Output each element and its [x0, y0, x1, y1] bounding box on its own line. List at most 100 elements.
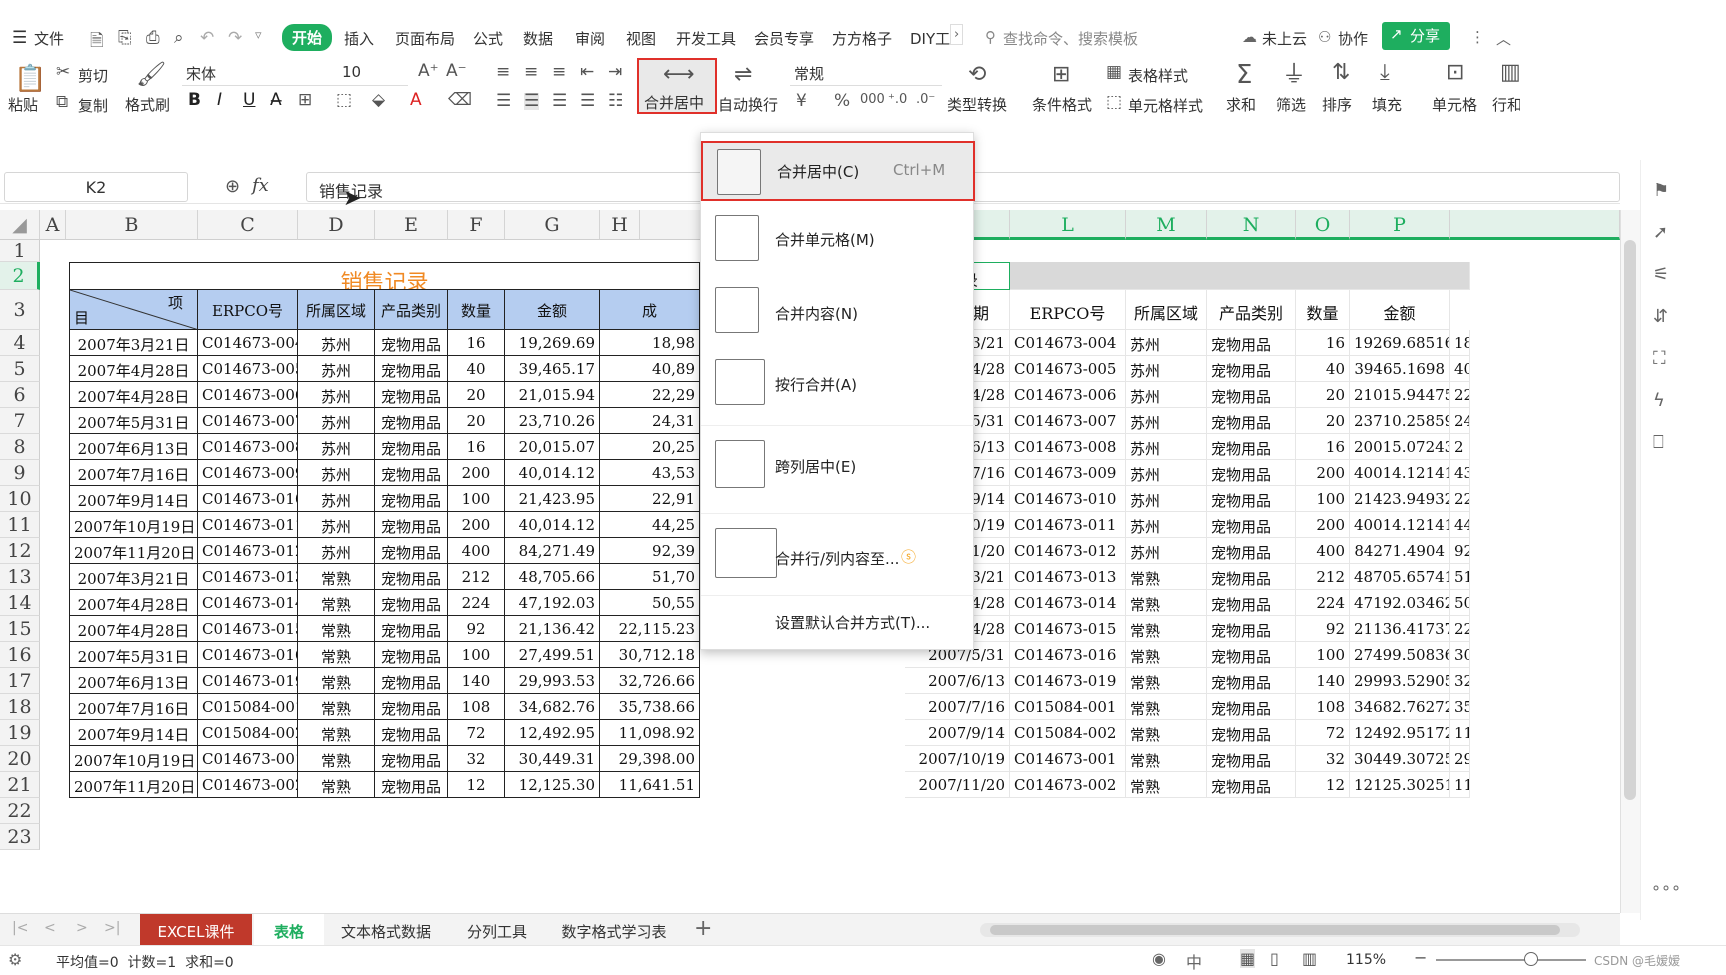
sheet-tab-text-format[interactable]: 文本格式数据 — [326, 914, 446, 946]
select-all-corner[interactable]: ◢ — [0, 210, 40, 240]
left-cell-r12-c7[interactable]: 92,39 — [600, 538, 700, 564]
column-header-G[interactable]: G — [505, 210, 600, 240]
right-cell-r7-c4[interactable]: 宠物用品 — [1207, 408, 1296, 434]
transfer-icon[interactable]: ⇵ — [1653, 306, 1668, 327]
row-header-10[interactable]: 10 — [0, 486, 40, 512]
right-cell-r21-c6[interactable]: 12125.30251 — [1350, 772, 1450, 798]
left-table-title[interactable]: 销售记录 — [69, 262, 700, 290]
right-cell-r11-c6[interactable]: 40014.12141 — [1350, 512, 1450, 538]
row-header-14[interactable]: 14 — [0, 590, 40, 616]
right-cell-r4-c2[interactable]: C014673-004 — [1010, 330, 1126, 356]
left-cell-r8-c4[interactable]: 宠物用品 — [375, 434, 448, 460]
more-icon[interactable]: ⋮ — [1470, 28, 1485, 46]
thousands-icon[interactable]: 000 — [860, 93, 885, 106]
macro-icon[interactable]: ⚙ — [8, 950, 22, 969]
left-cell-r10-c6[interactable]: 21,423.95 — [505, 486, 600, 512]
right-cell-r18-c7[interactable]: 35 — [1450, 694, 1470, 720]
distributed-align-icon[interactable]: ☷ — [608, 93, 623, 110]
eye-protect-icon[interactable]: ◉ — [1152, 949, 1166, 968]
format-painter-button[interactable]: 格式刷 — [125, 94, 170, 115]
collab-button[interactable]: 协作 — [1338, 28, 1368, 49]
right-cell-r11-c3[interactable]: 苏州 — [1126, 512, 1207, 538]
right-cell-r10-c5[interactable]: 100 — [1296, 486, 1350, 512]
right-cell-r17-c3[interactable]: 常熟 — [1126, 668, 1207, 694]
left-header-4[interactable]: 数量 — [448, 290, 505, 330]
increase-decimal-icon[interactable]: ⁺.0 — [888, 93, 907, 106]
left-cell-r15-c2[interactable]: C014673-015 — [198, 616, 298, 642]
right-cell-r10-c7[interactable]: 22 — [1450, 486, 1470, 512]
left-cell-r11-c7[interactable]: 44,25 — [600, 512, 700, 538]
left-cell-r20-c4[interactable]: 宠物用品 — [375, 746, 448, 772]
left-cell-r18-c5[interactable]: 108 — [448, 694, 505, 720]
next-sheet-icon[interactable]: > — [76, 920, 88, 936]
sort-button[interactable]: 排序 — [1322, 94, 1352, 115]
left-cell-r6-c2[interactable]: C014673-006 — [198, 382, 298, 408]
print-preview-icon[interactable]: ⌕ — [174, 28, 184, 48]
right-cell-r20-c6[interactable]: 30449.30725 — [1350, 746, 1450, 772]
right-cell-r18-c6[interactable]: 34682.76272 — [1350, 694, 1450, 720]
left-cell-r16-c5[interactable]: 100 — [448, 642, 505, 668]
right-cell-r11-c7[interactable]: 44 — [1450, 512, 1470, 538]
right-cell-r17-c4[interactable]: 宠物用品 — [1207, 668, 1296, 694]
left-cell-r20-c6[interactable]: 30,449.31 — [505, 746, 600, 772]
column-header-P[interactable]: P — [1350, 210, 1450, 240]
left-cell-r7-c5[interactable]: 20 — [448, 408, 505, 434]
column-header-N[interactable]: N — [1207, 210, 1296, 240]
left-cell-r13-c2[interactable]: C014673-013 — [198, 564, 298, 590]
row-header-2[interactable]: 2 — [0, 262, 40, 290]
tab-insert[interactable]: 插入 — [344, 28, 374, 49]
left-cell-r12-c3[interactable]: 苏州 — [298, 538, 375, 564]
right-cell-r18-c2[interactable]: C015084-001 — [1010, 694, 1126, 720]
more-dots-icon[interactable]: ∘∘∘ — [1651, 878, 1681, 897]
right-cell-r17-c2[interactable]: C014673-019 — [1010, 668, 1126, 694]
cell-style-icon[interactable]: ⬚ — [1106, 94, 1122, 111]
vertical-scrollbar[interactable] — [1620, 210, 1640, 913]
left-cell-r7-c4[interactable]: 宠物用品 — [375, 408, 448, 434]
right-cell-r12-c4[interactable]: 宠物用品 — [1207, 538, 1296, 564]
right-cell-r4-c5[interactable]: 16 — [1296, 330, 1350, 356]
row-col-button[interactable]: 行和 — [1492, 94, 1520, 115]
right-cell-r18-c1[interactable]: 2007/7/16 — [905, 694, 1010, 720]
left-cell-r15-c5[interactable]: 92 — [448, 616, 505, 642]
right-cell-r15-c3[interactable]: 常熟 — [1126, 616, 1207, 642]
cut-icon[interactable]: ✂ — [56, 64, 70, 81]
left-cell-r20-c1[interactable]: 2007年10月19日 — [69, 746, 198, 772]
underline-icon[interactable]: U — [243, 92, 255, 109]
wrap-text-icon[interactable]: ⇌ — [734, 64, 752, 86]
right-cell-r17-c6[interactable]: 29993.52905 — [1350, 668, 1450, 694]
left-cell-r6-c5[interactable]: 20 — [448, 382, 505, 408]
center-across-item[interactable]: 跨列居中(E) — [701, 425, 975, 511]
right-cell-r19-c3[interactable]: 常熟 — [1126, 720, 1207, 746]
print-icon[interactable]: ⎙ — [146, 28, 160, 48]
left-cell-r8-c2[interactable]: C014673-008 — [198, 434, 298, 460]
right-cell-r4-c6[interactable]: 19269.68516 — [1350, 330, 1450, 356]
tab-view[interactable]: 视图 — [626, 28, 656, 49]
left-cell-r4-c5[interactable]: 16 — [448, 330, 505, 356]
right-cell-r5-c2[interactable]: C014673-005 — [1010, 356, 1126, 382]
left-cell-r14-c1[interactable]: 2007年4月28日 — [69, 590, 198, 616]
left-cell-r4-c3[interactable]: 苏州 — [298, 330, 375, 356]
column-header-H[interactable]: H — [600, 210, 640, 240]
right-cell-r21-c4[interactable]: 宠物用品 — [1207, 772, 1296, 798]
left-cell-r16-c7[interactable]: 30,712.18 — [600, 642, 700, 668]
right-cell-r17-c7[interactable]: 32 — [1450, 668, 1470, 694]
default-merge-item[interactable]: 设置默认合并方式(T)... — [701, 595, 975, 643]
search-icon[interactable]: ⚲ — [985, 28, 996, 46]
left-cell-r19-c6[interactable]: 12,492.95 — [505, 720, 600, 746]
right-cell-r12-c6[interactable]: 84271.4904 — [1350, 538, 1450, 564]
left-cell-r11-c1[interactable]: 2007年10月19日 — [69, 512, 198, 538]
column-header-A[interactable]: A — [40, 210, 66, 240]
left-cell-r14-c7[interactable]: 50,55 — [600, 590, 700, 616]
fill-pattern-icon[interactable]: ⬚ — [336, 92, 352, 109]
right-header-4[interactable]: 产品类别 — [1207, 290, 1296, 330]
copy-icon[interactable]: ⧉ — [56, 94, 68, 111]
row-header-6[interactable]: 6 — [0, 382, 40, 408]
column-header-C[interactable]: C — [198, 210, 298, 240]
zoom-slider-handle[interactable] — [1524, 952, 1538, 966]
left-header-1[interactable]: ERPCO号 — [198, 290, 298, 330]
left-cell-r10-c3[interactable]: 苏州 — [298, 486, 375, 512]
right-cell-r11-c2[interactable]: C014673-011 — [1010, 512, 1126, 538]
left-cell-r19-c2[interactable]: C015084-002 — [198, 720, 298, 746]
export-icon[interactable]: ⎘ — [118, 28, 132, 48]
left-cell-r16-c3[interactable]: 常熟 — [298, 642, 375, 668]
